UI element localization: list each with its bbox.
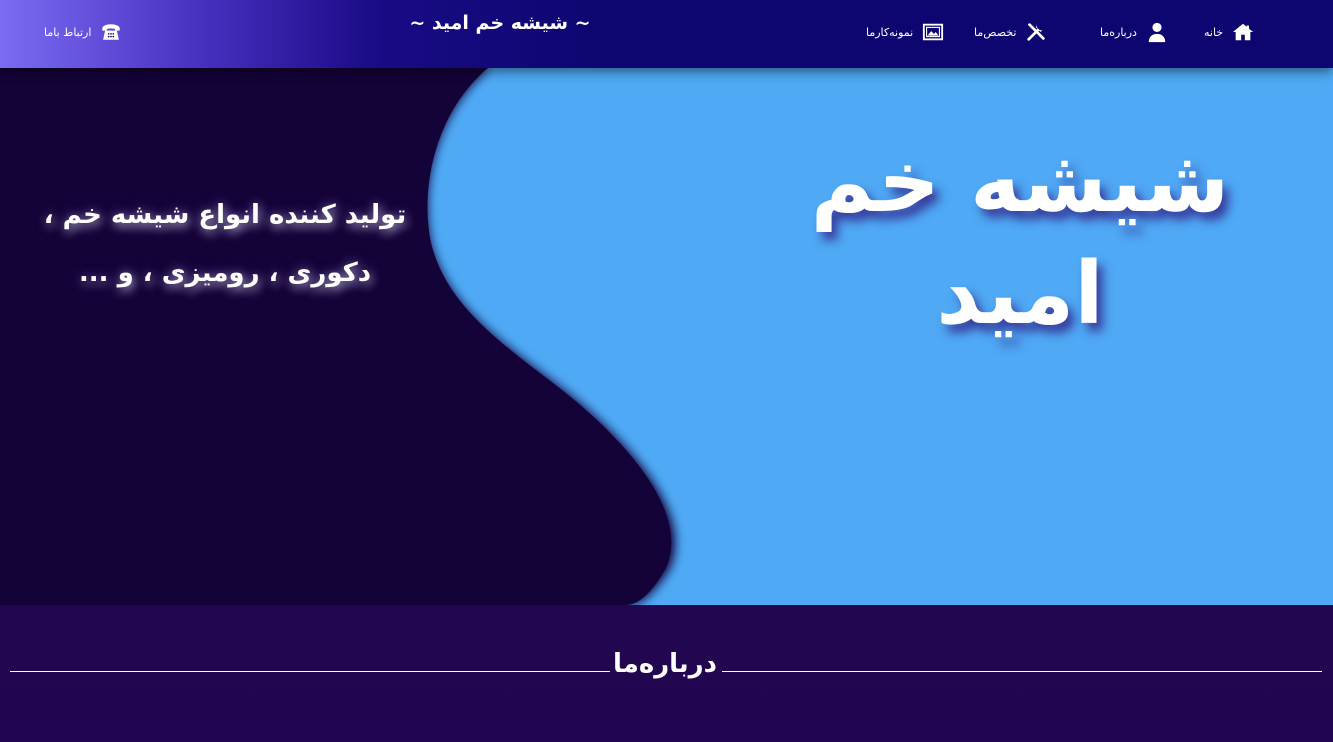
about-section: درباره‌ما: [0, 605, 1333, 742]
hero-subtitle-line1: تولید کننده انواع شیشه خم ،: [43, 200, 407, 230]
about-divider-left: [10, 671, 610, 672]
hero-title: شیشه خم امید: [790, 126, 1250, 350]
hero-subtitle: تولید کننده انواع شیشه خم ، دکوری ، رومی…: [40, 186, 410, 302]
hero-section: شیشه خم امید تولید کننده انواع شیشه خم ،…: [0, 68, 1333, 605]
site-title: ~ شیشه خم امید ~: [0, 12, 1000, 34]
hero-title-line2: امید: [936, 244, 1104, 344]
nav-expertise-label: تخصص‌ما: [974, 25, 1017, 39]
site-header: ارتباط باما ~ شیشه خم امید ~ نمونه‌کارما…: [0, 0, 1333, 68]
site-title-text: ~ شیشه خم امید ~: [409, 12, 591, 34]
gallery-icon: [921, 20, 945, 44]
hero-title-line1: شیشه خم: [810, 132, 1230, 232]
nav-home-label: خانه: [1204, 25, 1224, 39]
home-icon: [1231, 20, 1255, 44]
nav-about[interactable]: درباره‌ما: [1100, 18, 1169, 46]
hero-subtitle-line2: دکوری ، رومیزی ، و ...: [78, 258, 372, 288]
nav-portfolio-label: نمونه‌کارما: [866, 25, 914, 39]
nav-portfolio[interactable]: نمونه‌کارما: [866, 18, 945, 46]
about-divider-right: [722, 671, 1322, 672]
nav-expertise[interactable]: تخصص‌ما: [974, 18, 1048, 46]
tools-icon: [1024, 20, 1048, 44]
page: ارتباط باما ~ شیشه خم امید ~ نمونه‌کارما…: [0, 0, 1333, 742]
nav-about-label: درباره‌ما: [1100, 25, 1137, 39]
nav-home[interactable]: خانه: [1204, 18, 1255, 46]
about-title: درباره‌ما: [612, 649, 717, 679]
user-icon: [1145, 20, 1169, 44]
